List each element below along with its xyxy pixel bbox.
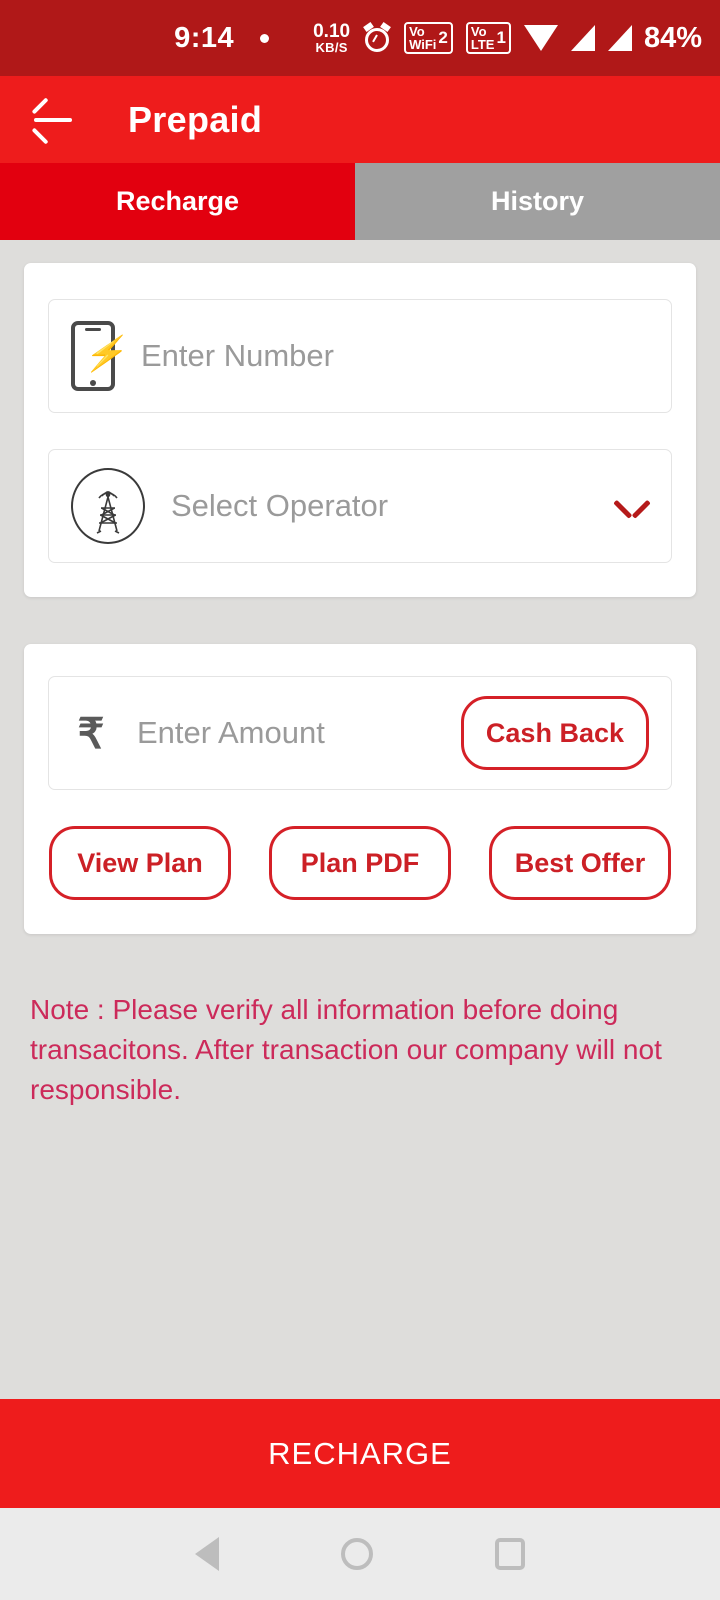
volte-sim-number: 1 <box>496 28 506 47</box>
status-bar: 9:14 0.10 KB/S Vo WiFi 2 Vo LTE 1 84% <box>0 0 720 76</box>
tab-history[interactable]: History <box>355 163 720 240</box>
signal-bars-icon-sim2 <box>607 25 632 51</box>
number-input-placeholder[interactable]: Enter Number <box>141 338 334 374</box>
volte-icon: Vo LTE 1 <box>465 22 511 54</box>
nav-back-icon[interactable] <box>195 1537 219 1571</box>
operator-select-placeholder[interactable]: Select Operator <box>171 488 388 524</box>
volte-wifi-sim-number: 2 <box>438 28 448 47</box>
mobile-recharge-icon: ⚡ <box>71 321 125 391</box>
status-bar-time: 9:14 <box>174 21 235 54</box>
back-arrow-icon[interactable] <box>31 96 78 145</box>
amount-card: ₹ Enter Amount Cash Back View Plan Plan … <box>24 644 696 934</box>
tab-history-label: History <box>490 186 585 216</box>
system-navigation-bar <box>0 1508 720 1600</box>
rupee-icon: ₹ <box>77 709 105 757</box>
amount-input-row[interactable]: ₹ Enter Amount Cash Back <box>48 676 672 790</box>
cash-back-button[interactable]: Cash Back <box>460 696 649 770</box>
signal-bars-icon-sim1 <box>570 25 595 51</box>
alarm-clock-icon <box>363 21 392 52</box>
network-speed-indicator: 0.10 KB/S <box>313 22 350 54</box>
disclaimer-note: Note : Please verify all information bef… <box>30 994 662 1105</box>
notification-dot-icon <box>260 33 270 43</box>
volte-bottom: LTE <box>470 37 495 52</box>
chevron-down-icon[interactable] <box>613 489 651 523</box>
recharge-submit-button[interactable]: RECHARGE <box>0 1399 720 1508</box>
operator-select-row[interactable]: Select Operator <box>48 449 672 563</box>
network-speed-unit: KB/S <box>315 40 348 55</box>
view-plan-button[interactable]: View Plan <box>49 826 231 900</box>
volte-wifi-icon: Vo WiFi 2 <box>404 22 453 54</box>
main-content: ⚡ Enter Number Select Operator ₹ Enter A… <box>0 263 720 1110</box>
status-bar-icons: 0.10 KB/S Vo WiFi 2 Vo LTE 1 <box>313 21 632 54</box>
page-title: Prepaid <box>128 98 263 140</box>
number-operator-card: ⚡ Enter Number Select Operator <box>24 263 696 597</box>
nav-recent-icon[interactable] <box>495 1538 525 1570</box>
best-offer-button[interactable]: Best Offer <box>489 826 671 900</box>
tab-recharge[interactable]: Recharge <box>0 163 355 240</box>
app-bar: Prepaid <box>0 76 720 163</box>
tab-recharge-label: Recharge <box>115 186 240 216</box>
wifi-icon <box>523 25 558 51</box>
cell-tower-icon <box>71 468 145 544</box>
app-screen: 9:14 0.10 KB/S Vo WiFi 2 Vo LTE 1 84% Pr… <box>0 0 720 1600</box>
network-speed-value: 0.10 <box>313 21 351 42</box>
recharge-submit-label: RECHARGE <box>268 1435 452 1471</box>
nav-home-icon[interactable] <box>341 1538 373 1570</box>
plan-pdf-button[interactable]: Plan PDF <box>269 826 451 900</box>
volte-wifi-bottom: WiFi <box>409 37 437 52</box>
battery-percentage: 84% <box>643 21 702 54</box>
number-input-row[interactable]: ⚡ Enter Number <box>48 299 672 413</box>
plan-actions-row: View Plan Plan PDF Best Offer <box>48 826 672 900</box>
tab-bar: Recharge History <box>0 163 720 240</box>
amount-input-placeholder[interactable]: Enter Amount <box>137 715 325 751</box>
